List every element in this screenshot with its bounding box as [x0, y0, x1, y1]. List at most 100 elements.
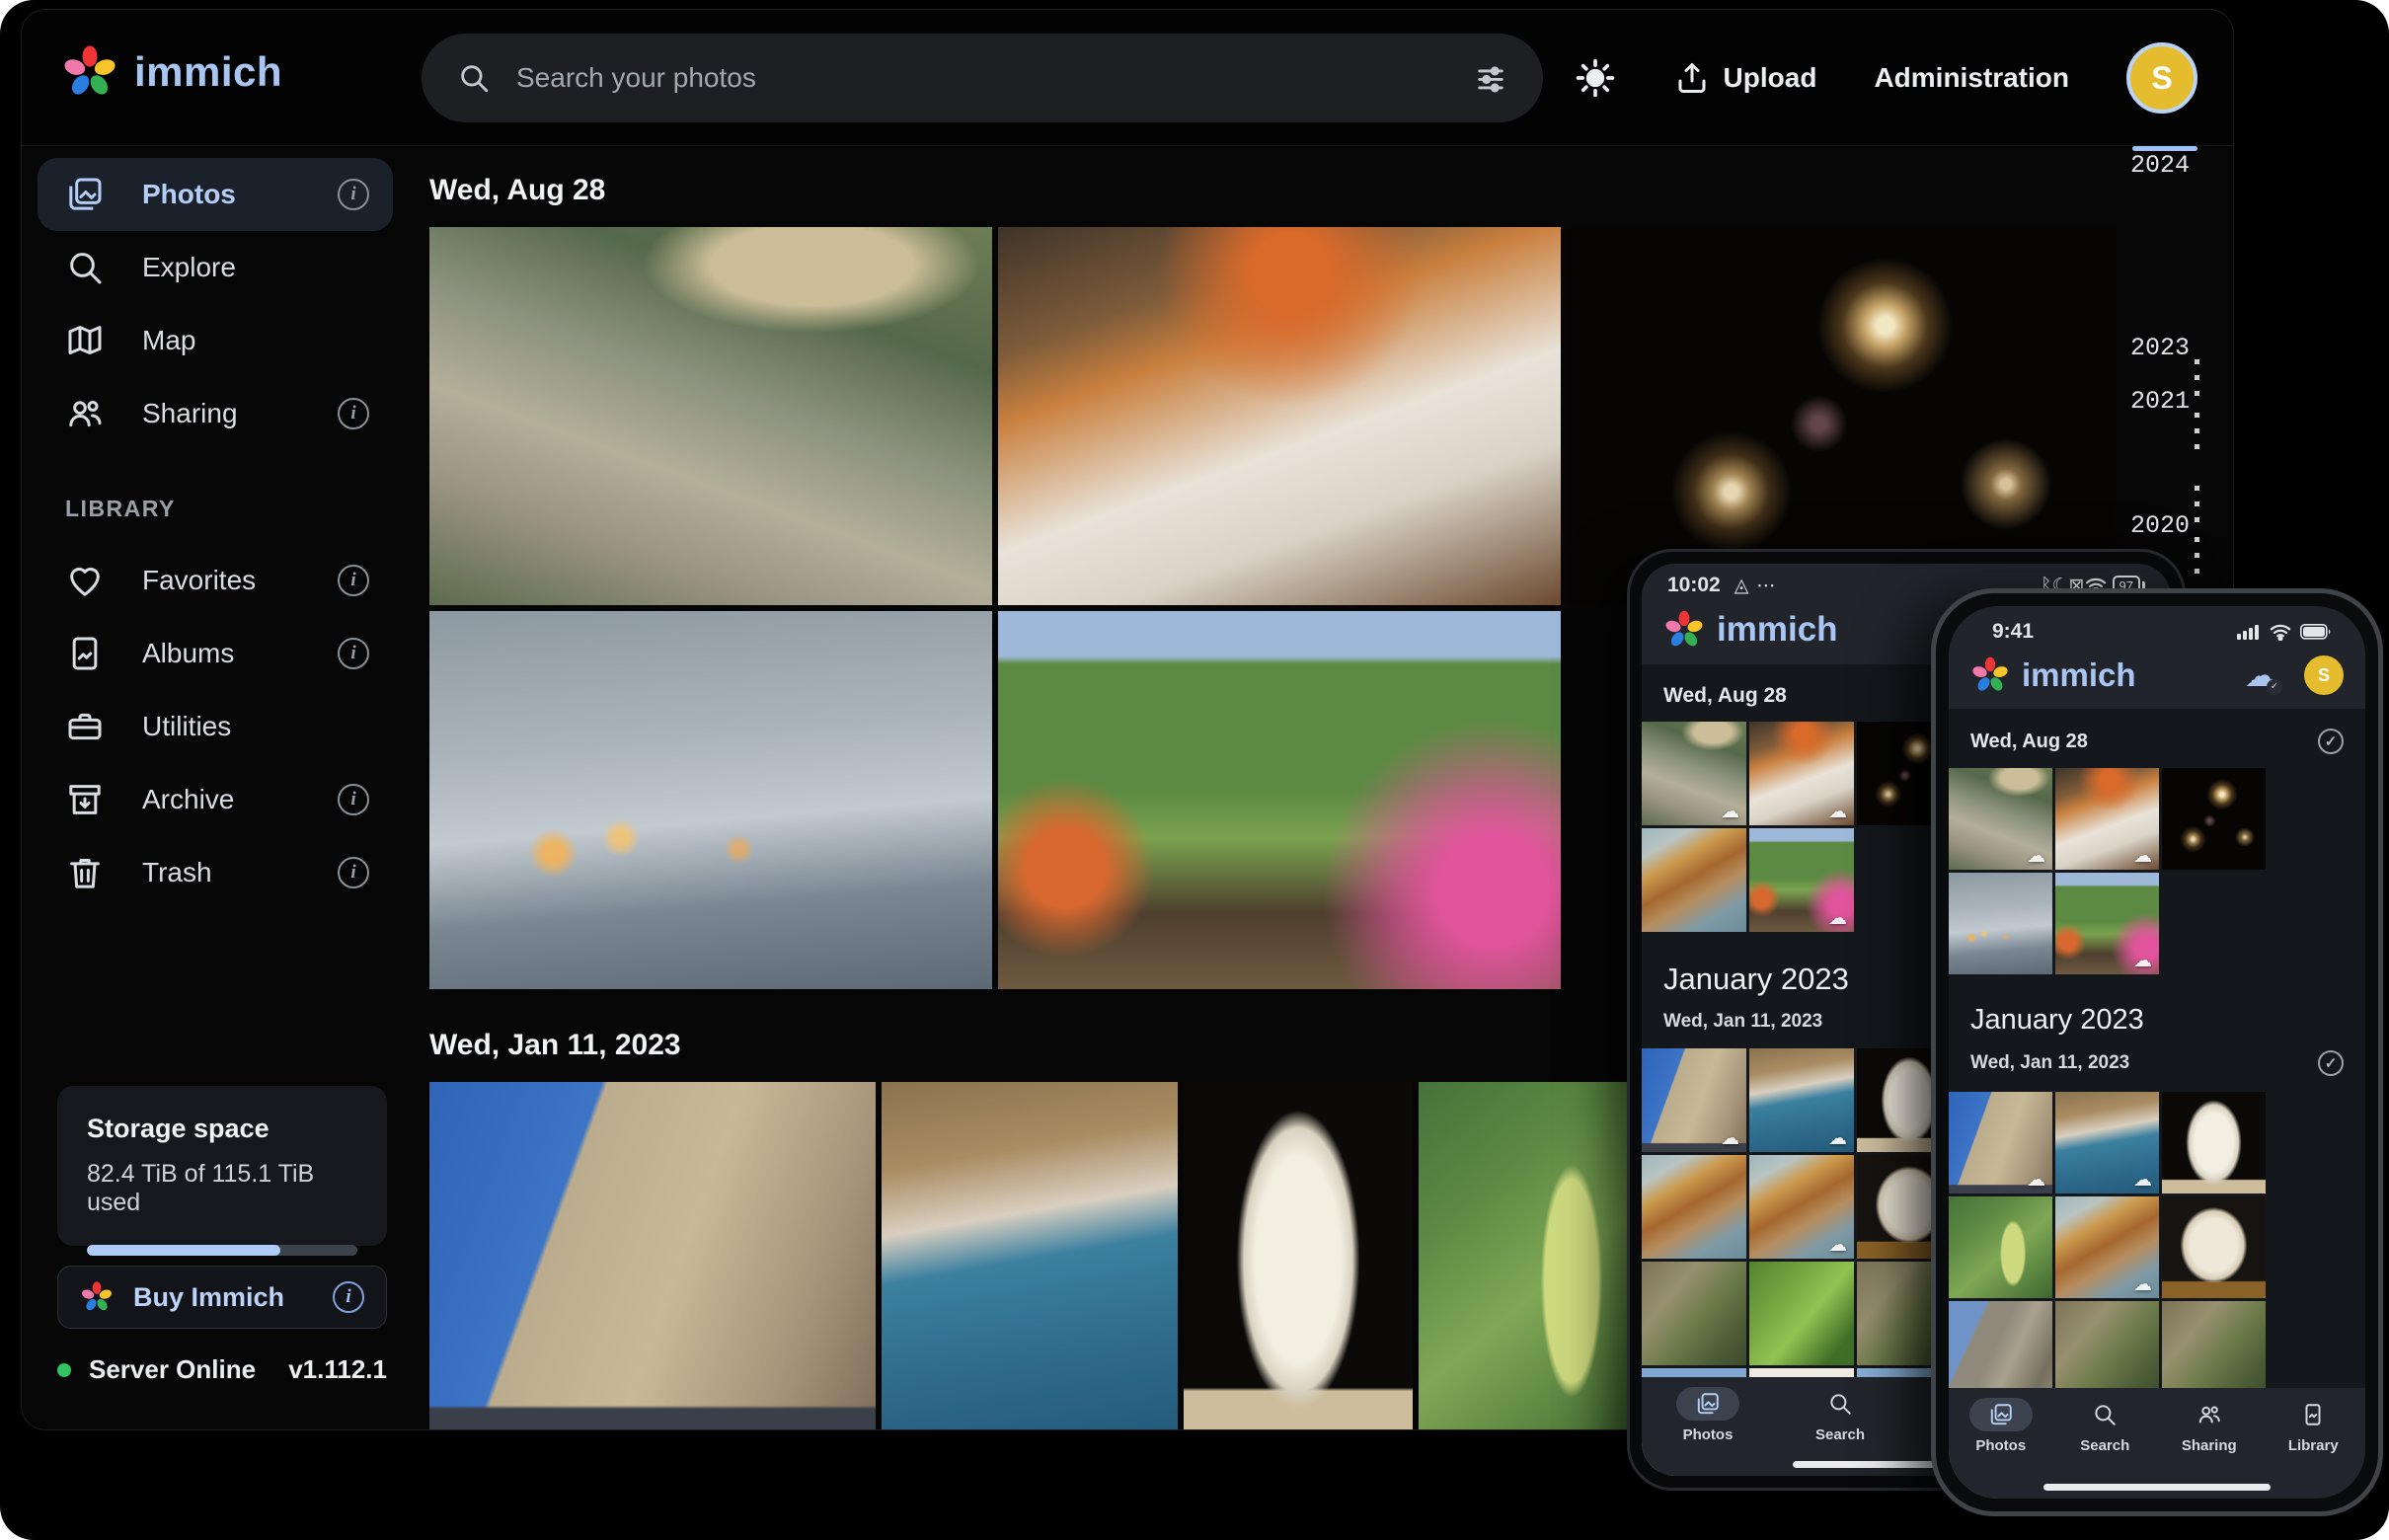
info-icon[interactable]: i [333, 1281, 364, 1313]
theme-toggle-sun-icon[interactable] [1574, 56, 1617, 100]
immich-flower-logo-icon [80, 1280, 114, 1314]
status-time: 10:02 [1667, 574, 1721, 597]
sidebar-item-map[interactable]: Map [38, 304, 393, 377]
photo-dinner-table[interactable] [998, 227, 1561, 605]
toolbox-icon [65, 707, 105, 746]
sidebar-item-explore[interactable]: Explore [38, 231, 393, 304]
phone-photo-feed: Wed, Aug 28 ✓ ☁☁☁ January 2023 Wed, Jan … [1949, 709, 2365, 1499]
iphone-mockup: 9:41 [1931, 588, 2383, 1516]
photo-tile[interactable]: ☁ [1749, 828, 1854, 932]
info-icon[interactable]: i [338, 784, 369, 815]
sidebar-item-favorites[interactable]: Favorites i [38, 544, 393, 617]
search-icon [457, 61, 491, 95]
photos-icon [65, 175, 105, 214]
photo-tile[interactable]: ☁ [1749, 1048, 1854, 1152]
sidebar-item-label: Utilities [142, 711, 369, 742]
active-tab-pill [1676, 1387, 1739, 1421]
info-icon[interactable]: i [338, 857, 369, 888]
photo-tile[interactable] [1642, 828, 1746, 932]
search-input[interactable]: Search your photos [516, 62, 1448, 94]
administration-link[interactable]: Administration [1874, 62, 2069, 94]
upload-button[interactable]: Upload [1674, 60, 1817, 96]
cloud-backup-icon: ☁ [1828, 803, 1847, 821]
sidebar-item-sharing[interactable]: Sharing i [38, 377, 393, 450]
sidebar-item-trash[interactable]: Trash i [38, 836, 393, 909]
photo-tile[interactable] [1749, 1262, 1854, 1365]
photo-tile[interactable]: ☁ [1642, 1048, 1746, 1152]
photo-marble-bust[interactable] [1184, 1082, 1413, 1429]
photo-autumn-park-path[interactable] [998, 611, 1561, 989]
storage-title: Storage space [87, 1114, 357, 1144]
nav-tab-label: Photos [1975, 1437, 2026, 1454]
cloud-backup-icon: ☁ [1828, 909, 1847, 928]
sidebar-item-archive[interactable]: Archive i [38, 763, 393, 836]
phone-bottom-nav: Photos Search Shar [1949, 1388, 2365, 1499]
sidebar-item-label: Favorites [142, 565, 300, 596]
photo-tile[interactable]: ☁ [1749, 1155, 1854, 1259]
photo-tile[interactable]: ☁ [1949, 1092, 2052, 1194]
photo-tile[interactable] [1642, 1262, 1746, 1365]
photo-tile[interactable] [1949, 873, 2052, 974]
photo-tile[interactable] [1642, 1155, 1746, 1259]
buy-immich-button[interactable]: Buy Immich i [57, 1266, 387, 1329]
photo-zoo-monkeys[interactable] [429, 227, 992, 605]
scrubber-year: 2020 [2130, 511, 2190, 540]
user-avatar[interactable]: S [2304, 655, 2344, 695]
photo-holding-hands[interactable] [429, 611, 992, 989]
photo-tile[interactable]: ☁ [2055, 873, 2159, 974]
nav-tab-sharing[interactable]: Sharing [2178, 1398, 2241, 1454]
select-all-check-icon[interactable]: ✓ [2318, 729, 2344, 754]
map-icon [65, 321, 105, 360]
photo-tile[interactable]: ☁ [1749, 722, 1854, 825]
sidebar-item-label: Albums [142, 638, 300, 669]
archive-icon [65, 780, 105, 819]
photo-tile[interactable]: ☁ [1949, 768, 2052, 870]
filter-sliders-icon[interactable] [1474, 61, 1507, 95]
photo-tile[interactable]: ☁ [1642, 722, 1746, 825]
sidebar-item-label: Photos [142, 179, 300, 210]
cloud-backup-icon: ☁ [2133, 847, 2152, 866]
photo-fortress-walls[interactable] [429, 1082, 876, 1429]
nav-tab-search[interactable]: Search [2073, 1398, 2136, 1454]
info-icon[interactable]: i [338, 179, 369, 210]
photo-tile[interactable]: ☁ [2055, 1092, 2159, 1194]
nav-tab-photos[interactable]: Photos [1969, 1398, 2033, 1454]
app-logo[interactable]: immich [61, 43, 282, 101]
photo-coastal-town[interactable] [882, 1082, 1178, 1429]
info-icon[interactable]: i [338, 565, 369, 596]
photo-tile[interactable] [2162, 1196, 2266, 1298]
photos-icon [1988, 1402, 2014, 1427]
upload-icon [1674, 60, 1710, 96]
photo-tile[interactable]: ☁ [2055, 768, 2159, 870]
scrubber-dots [2195, 486, 2199, 529]
nav-tab-photos[interactable]: Photos [1676, 1387, 1739, 1443]
immich-flower-logo-icon [61, 43, 118, 101]
trash-icon [65, 853, 105, 892]
server-version: v1.112.1 [288, 1354, 387, 1385]
photo-tile[interactable] [1949, 1196, 2052, 1298]
select-all-check-icon[interactable]: ✓ [2318, 1050, 2344, 1076]
nav-tab-search[interactable]: Search [1809, 1387, 1872, 1443]
immich-flower-logo-icon [1663, 609, 1705, 651]
photo-tile[interactable] [2162, 1092, 2266, 1194]
albums-icon [65, 634, 105, 673]
user-avatar[interactable]: S [2126, 42, 2197, 114]
info-icon[interactable]: i [338, 398, 369, 429]
search-bar[interactable]: Search your photos [422, 34, 1543, 122]
sidebar-item-utilities[interactable]: Utilities [38, 690, 393, 763]
search-icon [2092, 1402, 2118, 1427]
home-indicator[interactable] [2043, 1484, 2271, 1491]
nav-tab-label: Sharing [2182, 1437, 2237, 1454]
sidebar-item-albums[interactable]: Albums i [38, 617, 393, 690]
photo-tile[interactable] [2162, 768, 2266, 870]
cloud-backup-icon: ☁ [1721, 803, 1739, 821]
info-icon[interactable]: i [338, 638, 369, 669]
explore-search-icon [65, 248, 105, 287]
storage-usage: 82.4 TiB of 115.1 TiB used [87, 1160, 357, 1217]
nav-tab-library[interactable]: Library [2281, 1398, 2345, 1454]
scrubber-dots [2195, 537, 2199, 577]
photo-tile[interactable]: ☁ [2055, 1196, 2159, 1298]
cloud-backup-icon: ☁ [1828, 1236, 1847, 1255]
sidebar-item-photos[interactable]: Photos i [38, 158, 393, 231]
cloud-sync-status-icon[interactable]: ☁✓ [2245, 659, 2276, 691]
